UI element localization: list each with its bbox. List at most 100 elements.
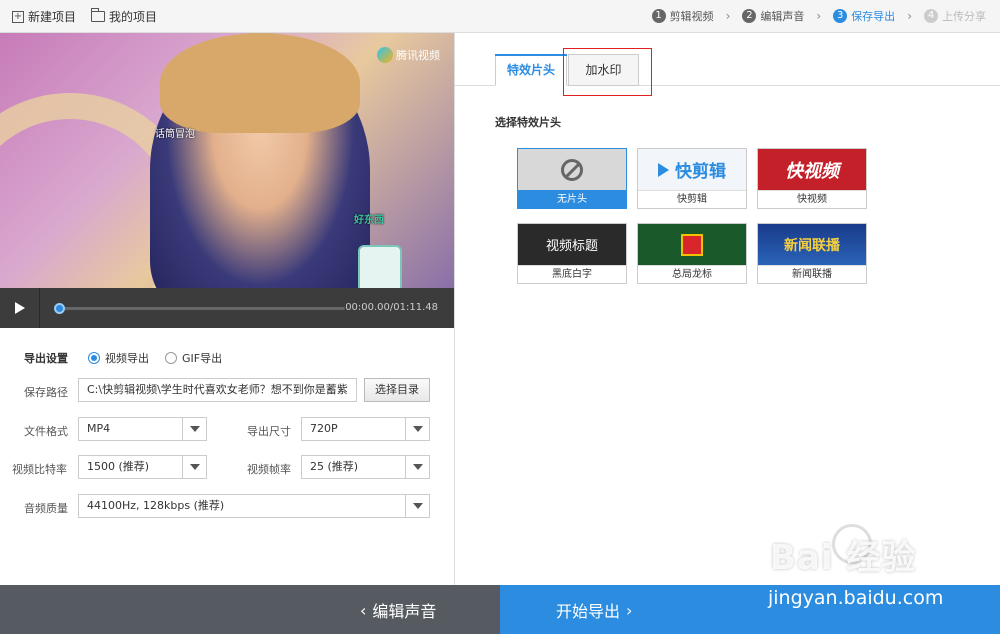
dragon-logo-icon: [681, 233, 703, 256]
chevron-right-icon: ›: [725, 9, 731, 23]
step-label: 上传分享: [942, 10, 986, 23]
intro-thumb-text: 快剪辑: [675, 162, 726, 182]
progress-handle[interactable]: [54, 303, 65, 314]
step-number: 4: [924, 9, 938, 23]
export-settings-panel: 导出设置 视频导出 GIF导出 保存路径 C:\快剪辑视频\学生时代喜欢女老师？…: [0, 328, 454, 585]
chevron-right-icon: ›: [907, 9, 912, 23]
gif-export-radio[interactable]: GIF导出: [165, 350, 222, 366]
step-number: 3: [833, 9, 848, 23]
step-number: 2: [742, 9, 757, 23]
chevron-right-icon: ›: [816, 9, 822, 23]
back-button-label: 编辑声音: [372, 602, 437, 621]
bitrate-label: 视频比特率: [12, 463, 67, 476]
intro-thumb: [518, 149, 626, 190]
step-label: 编辑声音: [760, 10, 805, 23]
video-export-label: 视频导出: [105, 352, 149, 365]
step-label: 保存导出: [851, 10, 896, 23]
export-type-row: 导出设置 视频导出 GIF导出: [24, 350, 222, 366]
export-size-select[interactable]: 720P: [301, 417, 430, 441]
framerate-value: 25 (推荐): [310, 460, 359, 473]
video-product-tag: 好东西: [354, 215, 384, 226]
intro-tile-dragon-logo[interactable]: 总局龙标: [637, 223, 747, 284]
intro-caption: 无片头: [518, 190, 626, 208]
export-size-label: 导出尺寸: [247, 425, 291, 438]
file-format-value: MP4: [87, 422, 111, 435]
chevron-down-icon: [405, 456, 429, 478]
audio-quality-label: 音频质量: [24, 502, 68, 515]
top-toolbar: + 新建项目 我的项目 1 剪辑视频 › 2 编辑声音 › 3 保存导出 › 4 上传分…: [0, 0, 1000, 33]
video-caption-tag: 话筒冒泡: [155, 129, 195, 140]
audio-quality-value: 44100Hz, 128kbps (推荐): [87, 499, 225, 512]
plus-icon: +: [12, 10, 24, 23]
intro-tile-kuaijianji[interactable]: 快剪辑 快剪辑: [637, 148, 747, 209]
framerate-label: 视频帧率: [247, 463, 291, 476]
gif-export-label: GIF导出: [182, 352, 223, 365]
section-title: 选择特效片头: [495, 116, 561, 129]
intro-tile-news[interactable]: 新闻联播 新闻联播: [757, 223, 867, 284]
intro-thumb: 新闻联播: [758, 224, 866, 265]
intro-thumb-text: 视频标题: [545, 239, 598, 254]
video-watermark-text: 腾讯视频: [396, 49, 440, 62]
radio-unchecked-icon: [165, 352, 177, 364]
video-watermark: 腾讯视频: [377, 47, 440, 63]
video-export-radio[interactable]: 视频导出: [88, 350, 149, 366]
right-tab-bar: 特效片头 加水印: [455, 33, 1000, 86]
save-path-field[interactable]: C:\快剪辑视频\学生时代喜欢女老师？想不到你是蓄紫: [78, 378, 357, 402]
intro-caption: 黑底白字: [518, 265, 626, 283]
product-jar: [358, 245, 402, 288]
chevron-down-icon: [182, 418, 206, 440]
export-settings-label: 导出设置: [24, 352, 68, 365]
new-project-label: 新建项目: [28, 10, 77, 24]
intro-thumb-text: 快视频: [785, 160, 839, 182]
baidu-watermark: Bai 经验: [770, 538, 917, 578]
panel-divider: [454, 33, 455, 585]
baidu-site-watermark: jingyan.baidu.com: [768, 587, 944, 609]
export-size-value: 720P: [310, 422, 338, 435]
file-format-label: 文件格式: [24, 425, 68, 438]
radio-checked-icon: [88, 352, 100, 364]
intro-caption: 快视频: [758, 190, 866, 208]
progress-bar[interactable]: [54, 303, 345, 314]
ban-icon: [561, 158, 583, 181]
play-icon: [658, 162, 669, 177]
step-upload-share: 4 上传分享: [924, 8, 986, 24]
video-subject-hair: [160, 33, 360, 133]
step-edit-audio[interactable]: 2 编辑声音: [742, 8, 804, 24]
play-button[interactable]: [0, 288, 40, 328]
intro-tile-kuaishipin[interactable]: 快视频 快视频: [757, 148, 867, 209]
intro-tile-none[interactable]: 无片头: [517, 148, 627, 209]
back-to-audio-button[interactable]: ‹ 编辑声音: [0, 585, 500, 634]
chevron-right-icon: ›: [626, 600, 633, 620]
intro-caption: 快剪辑: [638, 190, 746, 208]
intro-thumb-text: 新闻联播: [784, 237, 840, 254]
intro-caption: 总局龙标: [638, 265, 746, 283]
chevron-left-icon: ‹: [360, 600, 367, 620]
bitrate-select[interactable]: 1500 (推荐): [78, 455, 207, 479]
tab-intro-effects[interactable]: 特效片头: [495, 54, 567, 86]
intro-tile-black-white[interactable]: 视频标题 黑底白字: [517, 223, 627, 284]
intro-thumb: 视频标题: [518, 224, 626, 265]
choose-directory-button[interactable]: 选择目录: [364, 378, 430, 402]
video-preview[interactable]: 腾讯视频 话筒冒泡 好东西: [0, 33, 454, 288]
my-projects-button[interactable]: 我的项目: [91, 8, 157, 25]
save-path-label: 保存路径: [24, 386, 68, 399]
step-edit-video[interactable]: 1 剪辑视频: [651, 8, 714, 24]
time-readout: 00:00.00/01:11.48: [345, 302, 438, 313]
step-indicator: 1 剪辑视频 › 2 编辑声音 › 3 保存导出 › 4 上传分享: [651, 8, 986, 24]
audio-quality-select[interactable]: 44100Hz, 128kbps (推荐): [78, 494, 430, 518]
step-label: 剪辑视频: [669, 10, 714, 23]
step-save-export[interactable]: 3 保存导出: [833, 8, 895, 24]
my-projects-label: 我的项目: [109, 10, 158, 24]
step-number: 1: [651, 9, 666, 23]
chevron-down-icon: [405, 418, 429, 440]
new-project-button[interactable]: + 新建项目: [12, 8, 76, 25]
intro-thumb: [638, 224, 746, 265]
folder-icon: [91, 8, 105, 22]
bitrate-value: 1500 (推荐): [87, 460, 150, 473]
framerate-select[interactable]: 25 (推荐): [301, 455, 430, 479]
file-format-select[interactable]: MP4: [78, 417, 207, 441]
annotation-highlight-box: [563, 48, 652, 96]
player-controls: 00:00.00/01:11.48: [0, 288, 454, 328]
chevron-down-icon: [405, 495, 429, 517]
tencent-video-logo-icon: [377, 47, 393, 63]
